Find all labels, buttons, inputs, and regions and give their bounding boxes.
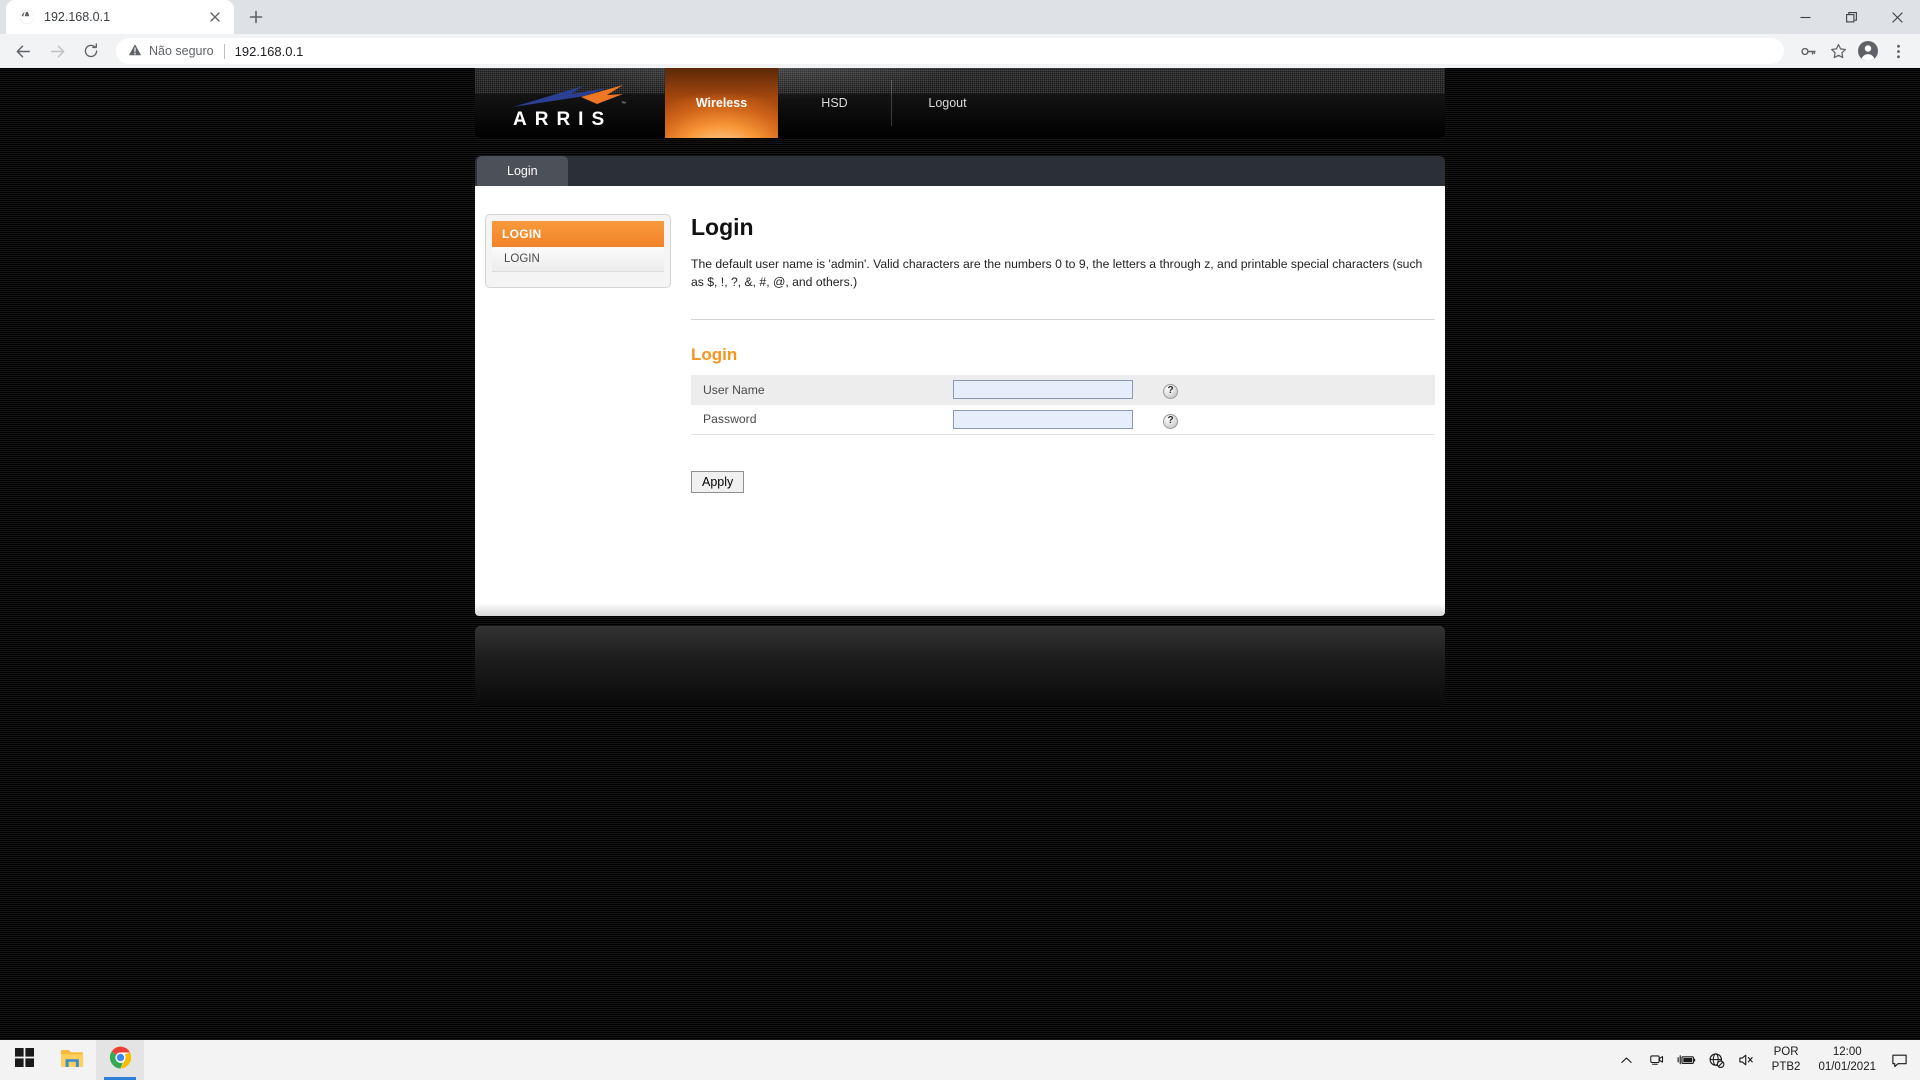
language-line-2: PTB2 xyxy=(1771,1061,1801,1073)
router-content-card: LOGIN LOGIN Login The default user name … xyxy=(475,186,1445,596)
star-icon[interactable] xyxy=(1824,37,1852,65)
clock-time: 12:00 xyxy=(1832,1045,1862,1058)
router-header: ™ ARRIS Wireless HSD Logout xyxy=(475,68,1445,138)
three-dots-vertical-icon[interactable] xyxy=(1884,37,1912,65)
nav-item-hsd-label: HSD xyxy=(821,96,848,110)
arris-swoosh-icon: ™ ARRIS xyxy=(511,83,651,131)
chrome-icon xyxy=(108,1046,132,1074)
nav-item-logout-label: Logout xyxy=(928,96,967,110)
key-icon[interactable] xyxy=(1794,37,1822,65)
router-tab-bar: Login xyxy=(475,156,1445,186)
question-mark-icon[interactable]: ? xyxy=(1163,413,1178,429)
nav-item-wireless-label: Wireless xyxy=(695,96,748,110)
speaker-muted-icon[interactable] xyxy=(1732,1040,1762,1080)
system-tray: POR PTB2 12:00 01/01/2021 xyxy=(1612,1040,1920,1080)
router-footer xyxy=(475,626,1445,706)
apply-button-wrap: Apply xyxy=(691,471,1435,494)
restore-icon[interactable] xyxy=(1828,0,1874,34)
account-circle-icon[interactable] xyxy=(1854,37,1882,65)
form-row-password: Password ? xyxy=(691,404,1435,436)
arrow-left-icon[interactable] xyxy=(8,36,38,66)
page-viewport: ™ ARRIS Wireless HSD Logout Login LOGIN … xyxy=(0,68,1920,1040)
clock-date: 01/01/2021 xyxy=(1818,1061,1876,1073)
language-line-1: POR xyxy=(1773,1045,1799,1058)
speech-bubble-icon[interactable] xyxy=(1884,1040,1914,1080)
security-label: Não seguro xyxy=(149,44,214,58)
address-bar[interactable]: Não seguro 192.168.0.1 xyxy=(116,38,1784,64)
clock[interactable]: 12:00 01/01/2021 xyxy=(1810,1045,1884,1075)
sidebar-item-login[interactable]: LOGIN xyxy=(492,247,664,272)
browser-tab[interactable]: 192.168.0.1 xyxy=(6,0,234,34)
url-text[interactable]: 192.168.0.1 xyxy=(235,44,304,59)
windows-taskbar: POR PTB2 12:00 01/01/2021 xyxy=(0,1040,1920,1080)
brand-name: ARRIS xyxy=(513,109,613,130)
password-input[interactable] xyxy=(953,409,1133,429)
login-form: User Name ? Password ? xyxy=(691,374,1435,436)
google-chrome[interactable] xyxy=(96,1040,144,1080)
window-controls xyxy=(1782,0,1920,34)
omnibox-divider xyxy=(223,43,225,59)
content-card-footer xyxy=(475,596,1445,616)
windows-logo-icon xyxy=(14,1048,34,1072)
camera-icon[interactable] xyxy=(1642,1040,1672,1080)
router-main-pane: Login The default user name is 'admin'. … xyxy=(671,214,1445,596)
arrow-right-icon[interactable] xyxy=(42,36,72,66)
apply-button[interactable]: Apply xyxy=(691,471,745,494)
browser-toolbar: Não seguro 192.168.0.1 xyxy=(0,34,1920,68)
browser-tab-title: 192.168.0.1 xyxy=(44,10,111,24)
close-icon[interactable] xyxy=(206,8,224,26)
browser-tab-strip: 192.168.0.1 xyxy=(0,0,1920,34)
question-mark-icon[interactable]: ? xyxy=(1163,383,1178,399)
close-icon[interactable] xyxy=(1874,0,1920,34)
globe-no-internet-icon[interactable] xyxy=(1702,1040,1732,1080)
nav-item-wireless[interactable]: Wireless xyxy=(665,68,778,138)
password-label: Password xyxy=(691,404,953,436)
security-status[interactable]: Não seguro xyxy=(128,43,214,60)
tab-login-label: Login xyxy=(507,164,538,178)
start-button[interactable] xyxy=(0,1040,48,1080)
username-input[interactable] xyxy=(953,380,1133,400)
username-label: User Name xyxy=(703,382,765,397)
minimize-icon[interactable] xyxy=(1782,0,1828,34)
password-field-cell xyxy=(953,404,1163,436)
folder-icon xyxy=(60,1047,84,1074)
globe-icon xyxy=(19,9,35,25)
svg-text:™: ™ xyxy=(621,101,626,107)
divider xyxy=(691,318,1435,320)
form-row-username: User Name ? xyxy=(691,374,1435,405)
page-title: Login xyxy=(691,214,754,240)
warning-triangle-icon xyxy=(128,43,149,60)
language-indicator[interactable]: POR PTB2 xyxy=(1762,1045,1811,1075)
taskbar-apps xyxy=(0,1040,144,1080)
router-sidebar: LOGIN LOGIN xyxy=(485,214,671,288)
tab-login[interactable]: Login xyxy=(477,156,568,186)
new-tab-button[interactable] xyxy=(242,3,270,31)
file-explorer[interactable] xyxy=(48,1040,96,1080)
page-description: The default user name is 'admin'. Valid … xyxy=(691,257,1423,290)
router-page: ™ ARRIS Wireless HSD Logout Login LOGIN … xyxy=(475,68,1445,706)
username-help-cell: ? xyxy=(1163,375,1435,405)
section-title-login: Login xyxy=(691,344,738,364)
nav-item-hsd[interactable]: HSD xyxy=(778,68,891,138)
battery-charging-icon[interactable] xyxy=(1672,1040,1702,1080)
password-help-cell: ? xyxy=(1163,404,1435,436)
username-field-cell xyxy=(953,375,1163,405)
chevron-up-icon[interactable] xyxy=(1612,1040,1642,1080)
router-main-nav: Wireless HSD Logout xyxy=(665,68,1004,138)
reload-icon[interactable] xyxy=(76,36,106,66)
nav-item-logout[interactable]: Logout xyxy=(891,68,1004,138)
sidebar-header: LOGIN xyxy=(492,221,664,247)
